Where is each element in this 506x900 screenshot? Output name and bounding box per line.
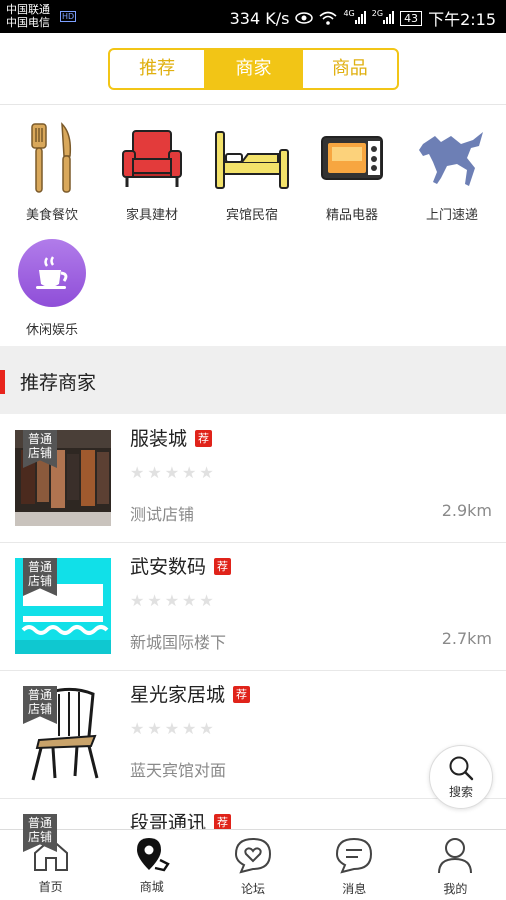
message-icon xyxy=(336,837,373,874)
network-speed: 334 K/s xyxy=(229,8,290,28)
store-image: 普通 店铺 xyxy=(15,558,111,654)
net-type-1: 4G xyxy=(343,8,355,18)
store-row[interactable]: 普通 店铺 武安数码荐 ★★★★★ 新城国际楼下 2.7km xyxy=(0,543,506,671)
category-hotel[interactable]: 宾馆民宿 xyxy=(207,118,297,223)
nav-forum[interactable]: 论坛 xyxy=(202,830,303,900)
nav-label: 商城 xyxy=(139,880,164,894)
category-label: 美食餐饮 xyxy=(25,208,78,223)
map-pin-icon xyxy=(136,838,170,872)
category-label: 上门速递 xyxy=(425,208,478,223)
store-image: 普通 店铺 xyxy=(15,686,111,782)
recommend-tag: 荐 xyxy=(214,558,232,575)
category-label: 精品电器 xyxy=(325,208,378,223)
hd-icon: HD xyxy=(60,11,77,22)
store-row[interactable]: 普通 店铺 服装城荐 ★★★★★ 测试店铺 2.9km xyxy=(0,415,506,543)
rating-stars: ★★★★★ xyxy=(130,591,217,610)
section-marker xyxy=(0,370,5,394)
store-name-line: 武安数码荐 xyxy=(130,556,232,578)
category-label: 休闲娱乐 xyxy=(25,323,78,338)
store-address: 新城国际楼下 xyxy=(130,633,227,652)
battery-icon: 43 xyxy=(400,10,423,26)
floating-search-button[interactable]: 搜索 xyxy=(429,745,493,809)
store-distance: 2.9km xyxy=(441,501,492,520)
nav-label: 消息 xyxy=(342,882,367,896)
carrier-1: 中国联通 xyxy=(6,3,50,16)
search-icon xyxy=(449,756,474,781)
segmented-tabs: 推荐 商家 商品 xyxy=(108,48,399,90)
tab-products[interactable]: 商品 xyxy=(303,50,397,88)
tab-merchants[interactable]: 商家 xyxy=(206,50,303,88)
nav-mall[interactable]: 商城 xyxy=(101,830,202,900)
net-type-2: 2G xyxy=(371,8,384,18)
nav-label: 论坛 xyxy=(241,882,266,896)
heart-chat-icon xyxy=(234,837,272,874)
coffee-cup-icon xyxy=(7,233,97,313)
store-name: 星光家居城 xyxy=(130,684,226,706)
horse-icon xyxy=(407,118,497,198)
bottom-nav: 首页 商城 论坛 消息 我的 xyxy=(0,829,506,900)
carrier-info: 中国联通 中国电信 xyxy=(6,3,50,29)
carrier-2: 中国电信 xyxy=(6,16,50,29)
store-name-line: 服装城荐 xyxy=(130,428,213,450)
store-image: 普通 店铺 xyxy=(15,430,111,526)
nav-messages[interactable]: 消息 xyxy=(304,830,405,900)
wifi-icon xyxy=(319,11,337,25)
store-name: 武安数码 xyxy=(130,556,207,578)
store-name-line: 星光家居城荐 xyxy=(130,684,251,706)
section-header: 推荐商家 xyxy=(0,346,506,414)
divider xyxy=(0,104,506,105)
signal-icon-1 xyxy=(354,10,366,24)
eye-icon xyxy=(295,12,314,24)
category-label: 家具建材 xyxy=(125,208,178,223)
store-address: 蓝天宾馆对面 xyxy=(130,761,227,780)
category-label: 宾馆民宿 xyxy=(225,208,278,223)
status-right: 334 K/s 4G 2G 43 下午2:15 xyxy=(230,6,496,30)
cutlery-icon xyxy=(7,118,97,198)
search-label: 搜索 xyxy=(448,785,473,799)
microwave-icon xyxy=(307,118,397,198)
category-delivery[interactable]: 上门速递 xyxy=(407,118,497,223)
store-address: 测试店铺 xyxy=(130,505,195,524)
tab-recommend[interactable]: 推荐 xyxy=(110,50,207,88)
category-leisure[interactable]: 休闲娱乐 xyxy=(7,233,97,338)
rating-stars: ★★★★★ xyxy=(130,463,217,482)
category-food[interactable]: 美食餐饮 xyxy=(7,118,97,223)
status-bar: 中国联通 中国电信 HD 334 K/s 4G 2G 43 下午2:15 xyxy=(0,0,506,33)
section-title: 推荐商家 xyxy=(20,372,97,394)
nav-label: 我的 xyxy=(443,882,468,896)
category-furniture[interactable]: 家具建材 xyxy=(107,118,197,223)
user-icon xyxy=(438,838,473,874)
bed-icon xyxy=(207,118,297,198)
nav-profile[interactable]: 我的 xyxy=(405,830,506,900)
nav-label: 首页 xyxy=(38,880,63,894)
signal-icon-2 xyxy=(383,10,395,24)
recommend-tag: 荐 xyxy=(233,686,251,703)
category-appliances[interactable]: 精品电器 xyxy=(307,118,397,223)
store-name: 服装城 xyxy=(130,428,188,450)
store-distance: 2.7km xyxy=(441,629,492,648)
clock: 下午2:15 xyxy=(428,10,496,29)
rating-stars: ★★★★★ xyxy=(130,719,217,738)
recommend-tag: 荐 xyxy=(195,430,213,447)
armchair-icon xyxy=(107,118,197,198)
